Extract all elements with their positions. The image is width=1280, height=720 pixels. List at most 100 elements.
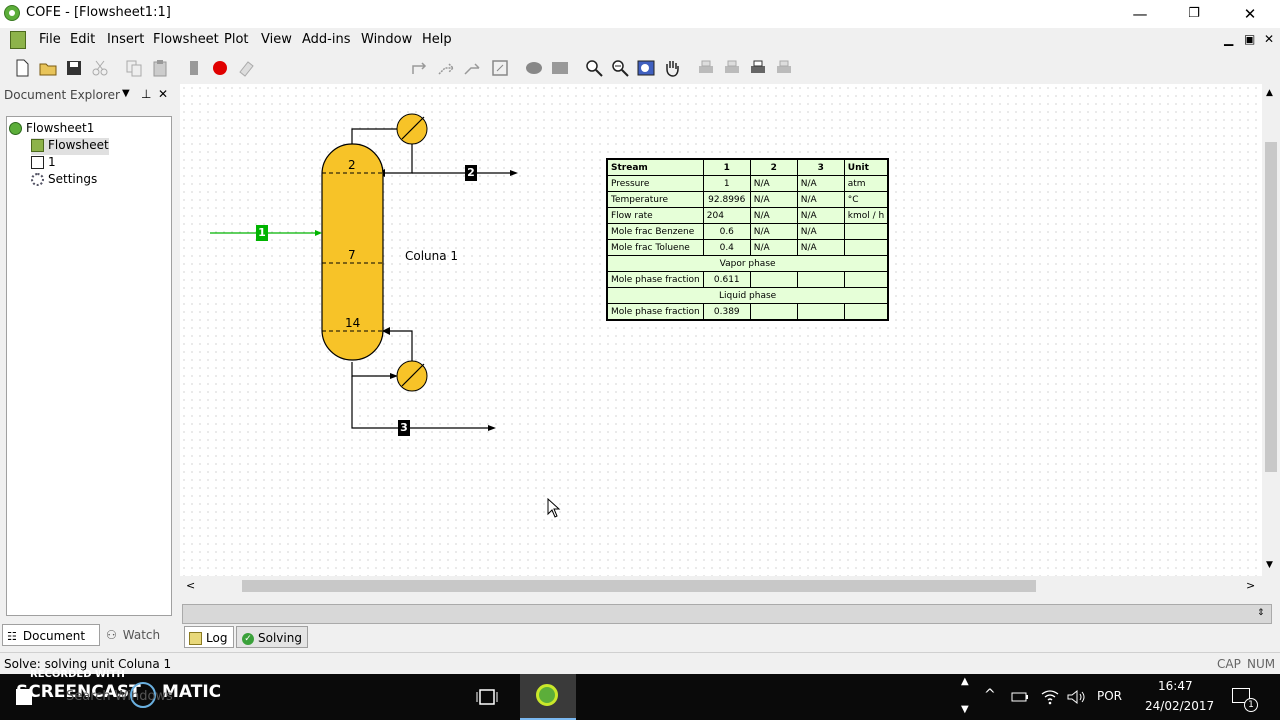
restore-button[interactable]: ❐: [1171, 0, 1217, 28]
split-stream-icon[interactable]: [436, 58, 456, 78]
vertical-scroll-thumb[interactable]: [1265, 142, 1277, 472]
menu-flowsheet[interactable]: Flowsheet: [153, 32, 219, 47]
open-folder-icon[interactable]: [38, 58, 58, 78]
zoom-fit-icon[interactable]: [636, 58, 656, 78]
table-header-cell: Stream: [606, 158, 704, 176]
close-icon[interactable]: ✕: [158, 87, 168, 101]
copy-icon[interactable]: [124, 58, 144, 78]
scroll-left-icon[interactable]: <: [186, 579, 195, 592]
glasses-icon: ⚇: [106, 628, 117, 642]
menu-edit[interactable]: Edit: [70, 32, 95, 47]
frame-icon[interactable]: [490, 58, 510, 78]
cofe-logo-icon: [9, 122, 22, 135]
language-indicator[interactable]: POR: [1097, 689, 1122, 703]
battery-icon[interactable]: [1010, 688, 1030, 706]
menu-file[interactable]: File: [39, 32, 61, 47]
dropdown-icon[interactable]: ▼: [122, 88, 130, 99]
table-cell: 0.6: [702, 223, 751, 240]
table-cell: [843, 223, 889, 240]
menu-plot[interactable]: Plot: [224, 32, 249, 47]
export-icon[interactable]: [774, 58, 794, 78]
tab-watch-label: Watch: [122, 628, 161, 642]
stream-table[interactable]: Stream 1 2 3 Unit Pressure 1 N/A N/A atm…: [606, 158, 890, 321]
pan-hand-icon[interactable]: [662, 58, 682, 78]
stop-icon[interactable]: [184, 58, 204, 78]
mouse-cursor-icon: [547, 498, 561, 518]
volume-icon[interactable]: [1066, 688, 1086, 706]
horizontal-scroll-thumb[interactable]: [242, 580, 1036, 592]
table-cell: [796, 271, 845, 288]
scroll-down-icon[interactable]: ▼: [1266, 560, 1273, 570]
table-cell: 0.4: [702, 239, 751, 256]
zoom-in-icon[interactable]: [584, 58, 604, 78]
wifi-icon[interactable]: [1040, 688, 1060, 706]
caps-indicator: CAP: [1217, 657, 1241, 671]
menu-help[interactable]: Help: [422, 32, 452, 47]
tree-item-settings[interactable]: Settings: [31, 172, 97, 189]
scroll-up-icon[interactable]: ▲: [1266, 88, 1273, 98]
connect-stream-icon[interactable]: [410, 58, 430, 78]
table-cell: Flow rate: [606, 207, 704, 224]
table-cell: Mole phase fraction: [606, 303, 704, 321]
align-icon[interactable]: [550, 58, 570, 78]
scroll-right-icon[interactable]: >: [1246, 579, 1255, 592]
zoom-out-icon[interactable]: [610, 58, 630, 78]
tree-item-flowsheet[interactable]: Flowsheet: [31, 138, 109, 155]
route-stream-icon[interactable]: [462, 58, 482, 78]
tab-watch[interactable]: ⚇ Watch: [106, 624, 160, 646]
new-file-icon[interactable]: [12, 58, 32, 78]
arrow-head: [315, 230, 322, 236]
table-header-cell: 2: [749, 158, 798, 176]
close-button[interactable]: ✕: [1227, 0, 1273, 28]
tree-item-1[interactable]: 1: [31, 155, 56, 172]
print-setup-icon[interactable]: [748, 58, 768, 78]
horizontal-scrollbar[interactable]: < >: [180, 576, 1262, 596]
tab-log[interactable]: Log: [184, 626, 234, 648]
save-icon[interactable]: [64, 58, 84, 78]
notification-count: 1: [1244, 698, 1258, 712]
clock-date[interactable]: 24/02/2017: [1145, 699, 1214, 713]
stream-3-label: 3: [400, 421, 408, 434]
menu-view[interactable]: View: [261, 32, 292, 47]
vertical-scrollbar[interactable]: ▲ ▼: [1262, 84, 1280, 576]
menu-window[interactable]: Window: [361, 32, 412, 47]
mdi-restore-button[interactable]: ▣: [1244, 32, 1255, 46]
paste-icon[interactable]: [150, 58, 170, 78]
flowsheet-canvas[interactable]: 2 7 14 1 2 3 Coluna 1 Stream 1 2 3 Unit …: [180, 84, 1262, 576]
menu-bar: File Edit Insert Flowsheet Plot View Add…: [0, 28, 1280, 52]
search-box[interactable]: Search Windows: [66, 689, 173, 704]
tab-solving[interactable]: ✓ Solving: [236, 626, 308, 648]
document-icon[interactable]: [10, 31, 26, 49]
print-icon[interactable]: [696, 58, 716, 78]
table-cell: Pressure: [606, 175, 704, 192]
tree-item-label: Settings: [48, 172, 98, 186]
scroll-icon[interactable]: ⇕: [1257, 608, 1265, 618]
eraser-icon[interactable]: [236, 58, 256, 78]
table-cell: N/A: [749, 207, 798, 224]
taskbar-scroll-up-icon[interactable]: ▲: [961, 676, 969, 687]
taskbar-cofe-app[interactable]: [520, 674, 576, 720]
reflux-line: [385, 144, 413, 174]
tree-item-flowsheet1[interactable]: Flowsheet1: [9, 121, 94, 138]
menu-insert[interactable]: Insert: [107, 32, 144, 47]
clock-time[interactable]: 16:47: [1158, 679, 1193, 693]
minimize-button[interactable]: —: [1117, 0, 1163, 28]
mdi-close-button[interactable]: ✕: [1264, 32, 1274, 46]
table-cell: N/A: [796, 175, 845, 192]
stage-label-feed: 7: [348, 248, 356, 262]
pin-icon[interactable]: ⊥: [141, 87, 151, 101]
menu-add-ins[interactable]: Add-ins: [302, 32, 350, 47]
layer-icon[interactable]: [524, 58, 544, 78]
table-cell: N/A: [796, 191, 845, 208]
show-hidden-icons-icon[interactable]: ^: [984, 687, 996, 703]
status-bar: Solve: solving unit Coluna 1 CAP NUM: [0, 652, 1280, 675]
cut-icon[interactable]: [90, 58, 110, 78]
record-icon[interactable]: [210, 58, 230, 78]
taskbar-scroll-down-icon[interactable]: ▼: [961, 704, 969, 715]
mdi-minimize-button[interactable]: ▁: [1224, 32, 1233, 46]
boilup-line: [390, 330, 413, 361]
task-view-icon[interactable]: [476, 687, 498, 707]
tab-document[interactable]: ☷Document ...: [2, 624, 100, 666]
log-panel[interactable]: ⇕: [182, 604, 1272, 624]
print-preview-icon[interactable]: [722, 58, 742, 78]
